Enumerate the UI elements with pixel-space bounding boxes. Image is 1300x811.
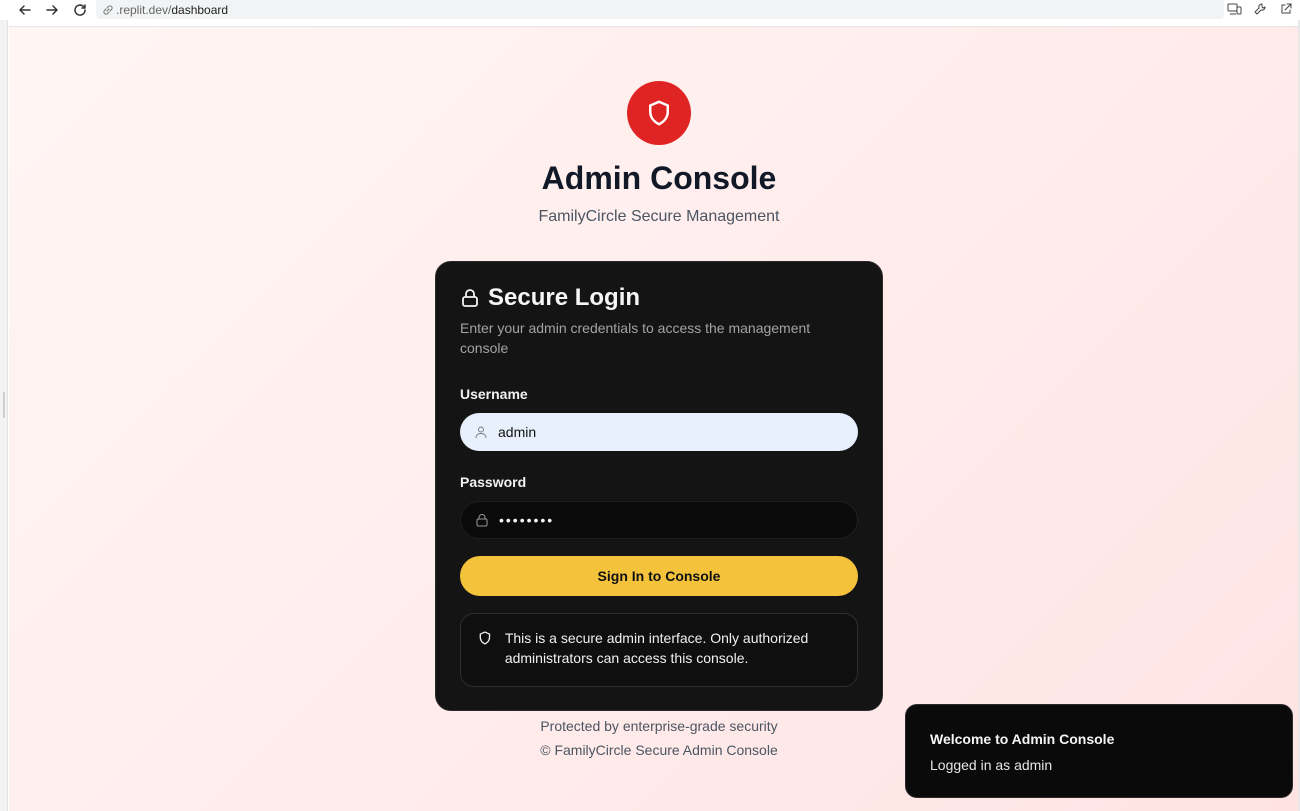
username-label: Username <box>460 386 528 402</box>
address-bar[interactable]: .replit.dev/ dashboard <box>96 0 1224 19</box>
url-path: dashboard <box>171 2 229 17</box>
devices-icon[interactable] <box>1226 1 1242 17</box>
card-title: Secure Login <box>460 284 640 312</box>
card-title-text: Secure Login <box>488 284 641 311</box>
card-description: Enter your admin credentials to access t… <box>460 320 811 356</box>
page-title: Admin Console <box>541 160 777 196</box>
security-notice-text: This is a secure admin interface. Only a… <box>504 630 809 666</box>
external-link-icon[interactable] <box>1278 1 1294 17</box>
sign-in-button[interactable]: Sign In to Console <box>460 556 858 596</box>
toast-title: Welcome to Admin Console <box>930 731 1115 747</box>
brand-logo <box>627 81 691 145</box>
username-field[interactable]: admin <box>460 413 858 451</box>
link-icon <box>103 4 113 15</box>
shield-icon <box>479 631 491 645</box>
resize-handle[interactable] <box>3 392 5 418</box>
url-host: .replit.dev/ <box>116 2 172 17</box>
username-value: admin <box>498 424 537 440</box>
browser-toolbar: .replit.dev/ dashboard <box>0 0 1300 20</box>
lock-icon <box>462 289 478 307</box>
password-field[interactable]: •••••••• <box>460 501 858 539</box>
toast-notification[interactable]: Welcome to Admin Console Logged in as ad… <box>905 704 1293 798</box>
side-panel-edge <box>0 20 8 811</box>
reload-icon[interactable] <box>71 1 89 19</box>
page-subtitle: FamilyCircle Secure Management <box>538 208 780 225</box>
toast-message: Logged in as admin <box>930 757 1053 773</box>
lock-icon <box>476 514 488 527</box>
shield-icon <box>649 100 669 126</box>
user-icon <box>475 426 487 439</box>
forward-arrow-icon[interactable] <box>43 1 61 19</box>
login-card: Secure Login Enter your admin credential… <box>435 261 883 711</box>
password-label: Password <box>460 474 527 490</box>
security-notice: This is a secure admin interface. Only a… <box>460 613 858 687</box>
wrench-icon[interactable] <box>1252 1 1268 17</box>
back-arrow-icon[interactable] <box>16 1 34 19</box>
password-value: •••••••• <box>499 512 555 528</box>
